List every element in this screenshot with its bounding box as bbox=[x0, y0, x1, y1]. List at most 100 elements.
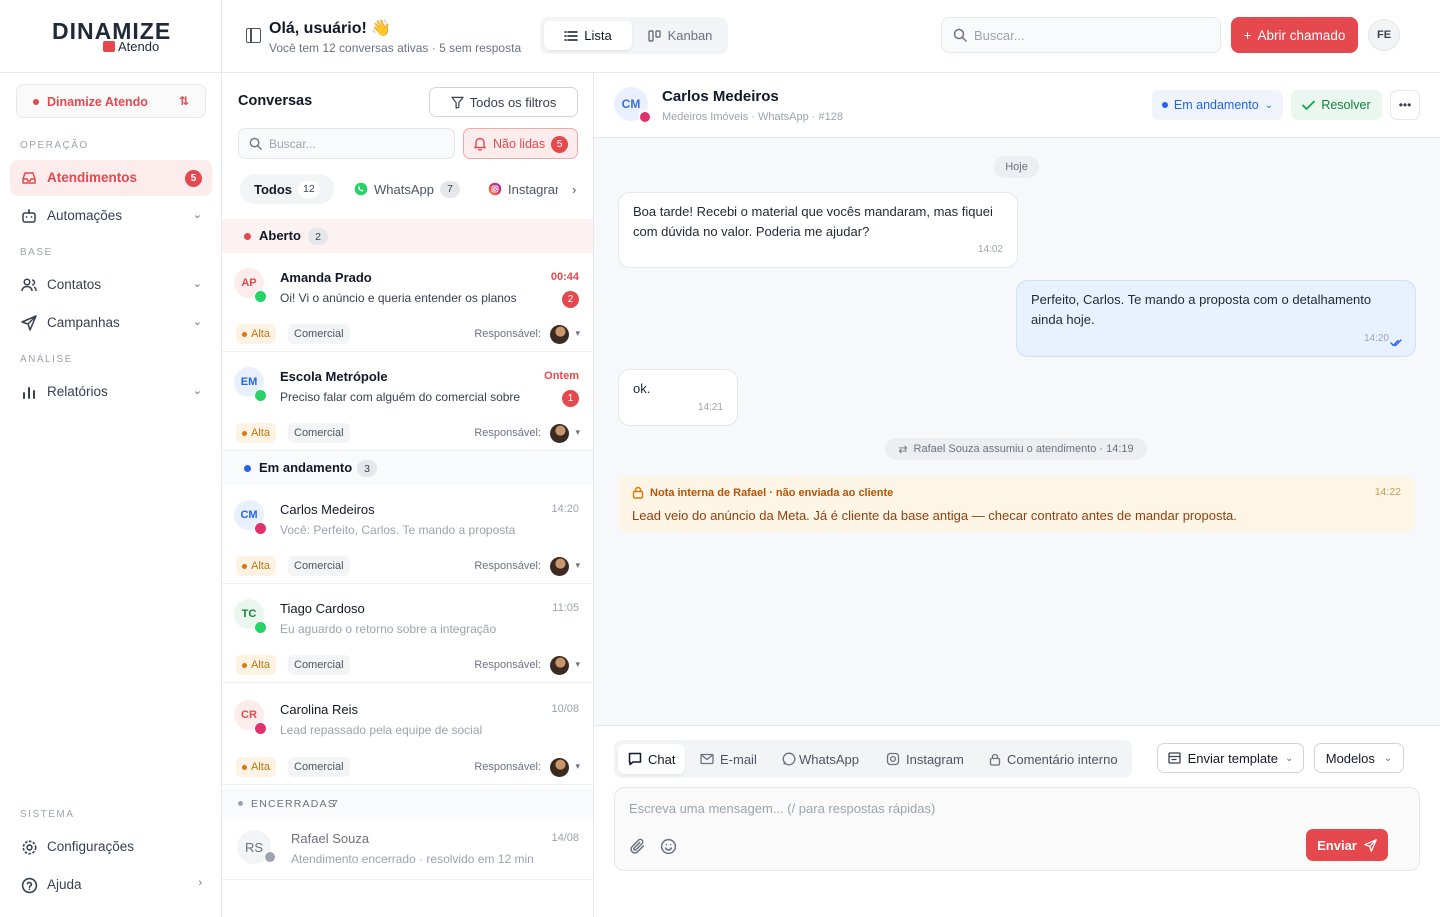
responsible-avatar[interactable] bbox=[550, 557, 569, 576]
emoji-icon[interactable] bbox=[660, 838, 677, 855]
workspace-switcher[interactable]: Dinamize Atendo ⇅ bbox=[16, 84, 206, 118]
send-button[interactable]: Enviar bbox=[1306, 829, 1388, 861]
internal-note: Nota interna de Rafael · não enviada ao … bbox=[618, 476, 1415, 532]
conversation-item-carlos[interactable]: CM Carlos Medeiros Você: Perfeito, Carlo… bbox=[222, 486, 593, 584]
instagram-icon bbox=[254, 522, 267, 535]
chevron-down-icon[interactable]: ▾ bbox=[575, 659, 580, 670]
group-count: 7 bbox=[332, 798, 340, 810]
sidebar-item-contatos[interactable]: Contatos ⌄ bbox=[10, 267, 212, 303]
sidebar-item-configuracoes[interactable]: Configurações bbox=[10, 829, 212, 865]
tab-comentario-interno[interactable]: Comentário interno bbox=[979, 744, 1128, 774]
tab-chat[interactable]: Chat bbox=[618, 744, 686, 774]
group-count: 3 bbox=[357, 460, 377, 477]
message-incoming: ok. 14:21 bbox=[618, 369, 738, 426]
tab-email[interactable]: E-mail bbox=[690, 744, 767, 774]
group-count: 2 bbox=[308, 228, 328, 245]
channel-whatsapp-tab[interactable]: WhatsApp 7 bbox=[354, 174, 460, 204]
group-label: Em andamento bbox=[259, 460, 353, 475]
resolve-button[interactable]: Resolver bbox=[1291, 90, 1382, 120]
sidebar-item-ajuda[interactable]: Ajuda › bbox=[10, 867, 212, 903]
sidebar-item-label: Ajuda bbox=[47, 877, 82, 892]
team-tag: Comercial bbox=[288, 324, 350, 344]
send-template-button[interactable]: Enviar template ⌄ bbox=[1157, 743, 1304, 773]
responsible-avatar[interactable] bbox=[550, 325, 569, 344]
conversation-search-input[interactable]: Buscar... bbox=[238, 128, 455, 159]
abrir-chamado-button[interactable]: + Abrir chamado bbox=[1231, 17, 1358, 53]
message-outgoing: Perfeito, Carlos. Te mando a proposta co… bbox=[1016, 280, 1416, 357]
channel-label: Todos bbox=[254, 181, 293, 197]
unread-badge: 2 bbox=[562, 291, 579, 308]
chevron-right-icon[interactable]: › bbox=[572, 174, 576, 204]
whatsapp-icon bbox=[254, 290, 267, 303]
sidebar-item-campanhas[interactable]: Campanhas ⌄ bbox=[10, 305, 212, 341]
sidebar-item-label: Automações bbox=[47, 208, 123, 223]
conversation-item-amanda[interactable]: AP Amanda Prado Oi! Vi o anúncio e queri… bbox=[222, 254, 593, 352]
chevron-down-icon[interactable]: ▾ bbox=[575, 328, 580, 339]
search-placeholder: Buscar... bbox=[974, 28, 1025, 43]
robot-icon bbox=[20, 207, 38, 225]
conversation-item-rafael[interactable]: RS Rafael Souza Atendimento encerrado · … bbox=[222, 818, 593, 880]
user-avatar[interactable]: FE bbox=[1368, 19, 1400, 51]
sidebar-toggle-icon[interactable] bbox=[246, 28, 261, 43]
cta-label: Abrir chamado bbox=[1257, 27, 1346, 43]
channel-instagram-tab[interactable]: Instagram bbox=[488, 174, 558, 204]
instagram-icon bbox=[488, 182, 502, 196]
status-dropdown[interactable]: Em andamento ⌄ bbox=[1152, 90, 1283, 120]
status-dot bbox=[1161, 102, 1168, 108]
tab-whatsapp[interactable]: WhatsApp bbox=[772, 744, 869, 774]
view-lista-button[interactable]: Lista bbox=[544, 21, 632, 50]
group-em-andamento[interactable]: Em andamento 3 bbox=[222, 451, 593, 485]
chevron-down-icon[interactable]: ▾ bbox=[575, 427, 580, 438]
whatsapp-icon bbox=[254, 389, 267, 402]
contact-name[interactable]: Carlos Medeiros bbox=[662, 88, 779, 105]
group-aberto[interactable]: Aberto 2 bbox=[222, 219, 593, 253]
message-preview: Você: Perfeito, Carlos. Te mando a propo… bbox=[280, 523, 516, 537]
note-header-text: Nota interna de Rafael · não enviada ao … bbox=[650, 486, 894, 499]
chevron-down-icon[interactable]: ▾ bbox=[575, 761, 580, 772]
sidebar-item-relatorios[interactable]: Relatórios ⌄ bbox=[10, 374, 212, 410]
sidebar-item-automacoes[interactable]: Automações ⌄ bbox=[10, 198, 212, 234]
message-preview: Atendimento encerrado · resolvido em 12 … bbox=[291, 852, 534, 866]
chevron-down-icon[interactable]: ▾ bbox=[575, 560, 580, 571]
sidebar-item-label: Campanhas bbox=[47, 315, 120, 330]
sidebar-item-atendimentos[interactable]: Atendimentos 5 bbox=[10, 160, 212, 196]
responsible-avatar[interactable] bbox=[550, 758, 569, 777]
team-tag: Comercial bbox=[288, 423, 350, 443]
greeting: Olá, usuário! 👋 bbox=[269, 20, 392, 37]
message-placeholder: Escreva uma mensagem... (/ para resposta… bbox=[629, 801, 936, 816]
brand-logo[interactable]: DINAMIZE Atendo bbox=[0, 0, 222, 73]
message-text: Boa tarde! Recebi o material que vocês m… bbox=[633, 204, 993, 239]
models-dropdown[interactable]: Modelos ⌄ bbox=[1314, 743, 1404, 773]
send-icon bbox=[20, 314, 38, 332]
tab-instagram[interactable]: Instagram bbox=[876, 744, 974, 774]
conversation-item-escola[interactable]: EM Escola Metrópole Preciso falar com al… bbox=[222, 353, 593, 451]
message-preview: Lead repassado pela equipe de social bbox=[280, 723, 483, 737]
contact-name: Carlos Medeiros bbox=[280, 502, 375, 517]
day-separator: Hoje bbox=[994, 156, 1039, 178]
team-tag: Comercial bbox=[288, 655, 350, 675]
group-encerradas[interactable]: ENCERRADAS 7 bbox=[222, 789, 593, 817]
all-filters-button[interactable]: Todos os filtros bbox=[429, 87, 578, 117]
filter-icon bbox=[450, 96, 464, 109]
group-label: Aberto bbox=[259, 228, 301, 243]
more-options-icon[interactable]: ••• bbox=[1390, 90, 1420, 120]
chevron-down-icon: ⌄ bbox=[1284, 752, 1294, 764]
channel-label: Instagram bbox=[508, 181, 558, 197]
unread-filter-button[interactable]: Não lidas 5 bbox=[463, 128, 578, 159]
responsible-avatar[interactable] bbox=[550, 656, 569, 675]
sidebar: DINAMIZE Atendo Dinamize Atendo ⇅ OPERAÇ… bbox=[0, 0, 222, 917]
status-dot bbox=[238, 801, 243, 806]
priority-tag: Alta bbox=[236, 757, 276, 777]
inbox-icon bbox=[20, 169, 38, 187]
conversation-item-carolina[interactable]: CR Carolina Reis Lead repassado pela equ… bbox=[222, 684, 593, 785]
responsible-avatar[interactable] bbox=[550, 424, 569, 443]
channel-todos-tab[interactable]: Todos 12 bbox=[240, 174, 334, 204]
switch-icon: ⇅ bbox=[178, 94, 189, 108]
view-kanban-button[interactable]: Kanban bbox=[636, 21, 724, 50]
paperclip-icon[interactable] bbox=[629, 838, 646, 855]
global-search-input[interactable]: Buscar... bbox=[941, 17, 1221, 53]
responsible-label: Responsável: bbox=[474, 761, 541, 773]
message-input[interactable]: Escreva uma mensagem... (/ para resposta… bbox=[614, 787, 1420, 871]
workspace-label: Dinamize Atendo bbox=[47, 95, 148, 109]
conversation-item-tiago[interactable]: TC Tiago Cardoso Eu aguardo o retorno so… bbox=[222, 585, 593, 683]
